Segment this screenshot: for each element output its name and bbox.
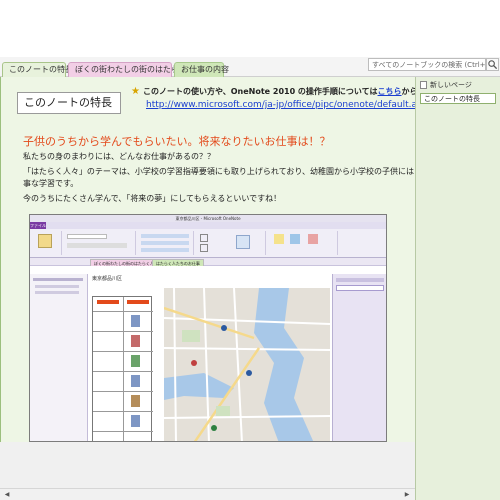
url-link[interactable]: http://www.microsoft.com/ja-jp/office/pi… [146,100,415,110]
usage-note-suffix: から [401,87,415,96]
shot-tab-town: ぼくの街わたしの街のはたらく人 [90,259,158,266]
new-page-icon [420,81,427,89]
horizontal-scrollbar[interactable]: ◀ ▶ [0,488,415,500]
page-list-item[interactable]: このノートの特長 [420,93,496,104]
shot-ribbon-group [268,231,338,255]
search-button[interactable] [486,58,499,71]
shot-page-heading: 東京都品川区 [92,276,123,282]
shot-ribbon-group [64,231,136,255]
usage-note: ★このノートの使い方や、OneNote 2010 の操作手順についてはこちらから [131,86,415,97]
shot-ribbon-group [138,231,194,255]
shot-page-body: 東京都品川区 [88,274,332,441]
scroll-left-icon[interactable]: ◀ [2,490,12,500]
shot-ribbon-tabs: ファイル [30,222,386,229]
note-page[interactable]: このノートの特長 ★ このノートの使い方や、OneNote 2010 の操作手順に… [0,77,415,442]
page-lower-area [0,442,415,488]
embedded-screenshot[interactable]: 東京都品川区 - Microsoft OneNote ファイル ぼくの街わたしの… [29,214,387,442]
usage-link[interactable]: こちら [378,87,402,96]
shot-tab-jobs: はたらく人たちのお仕事 [152,259,204,266]
shot-navigation-pane [30,274,88,441]
page-tabs-panel: 新しいページ このノートの特長 [415,77,500,500]
shot-ribbon-group [32,231,62,255]
headline: 子供のうちから学んでもらいたい。将来なりたいお仕事は！？ [23,135,331,148]
shot-window-title: 東京都品川区 - Microsoft OneNote [30,215,386,222]
new-page-label: 新しいページ [430,81,472,89]
shot-ribbon-group [196,231,266,255]
shot-section-tabs: ぼくの街わたしの街のはたらく人 はたらく人たちのお仕事 [30,258,386,266]
star-icon: ★ [131,86,140,97]
page-title[interactable]: このノートの特長 [17,92,121,114]
shot-map-image [164,288,330,441]
shot-ribbon: ファイル [30,222,386,258]
paragraph-4: 今のうちにたくさん学んで、「将来の夢」にしてもらえるといいですね！ [23,194,282,203]
shot-job-table [92,296,153,441]
search-icon [488,60,498,70]
shot-page-list [332,274,386,441]
paragraph-1: 私たちの身のまわりには、どんなお仕事があるの？？ [23,152,215,161]
tab-town-workers[interactable]: ぼくの街わたしの街のはたらく人 [68,62,195,77]
tab-features[interactable]: このノートの特長 [2,62,73,77]
tab-job-content[interactable]: お仕事の内容 [174,62,229,77]
scroll-right-icon[interactable]: ▶ [402,490,412,500]
paragraph-3: 事な学習です。 [23,179,79,188]
paragraph-2: 「はたらく人々」のテーマは、小学校の学習指導要領にも取り上げられており、幼稚園か… [23,167,415,176]
new-page-button[interactable]: 新しいページ [420,80,472,90]
usage-note-text: このノートの使い方や、OneNote 2010 の操作手順については [142,87,378,96]
search-input[interactable]: すべてのノートブックの検索 (Ctrl+E) [368,58,486,71]
shot-file-tab: ファイル [30,222,46,229]
